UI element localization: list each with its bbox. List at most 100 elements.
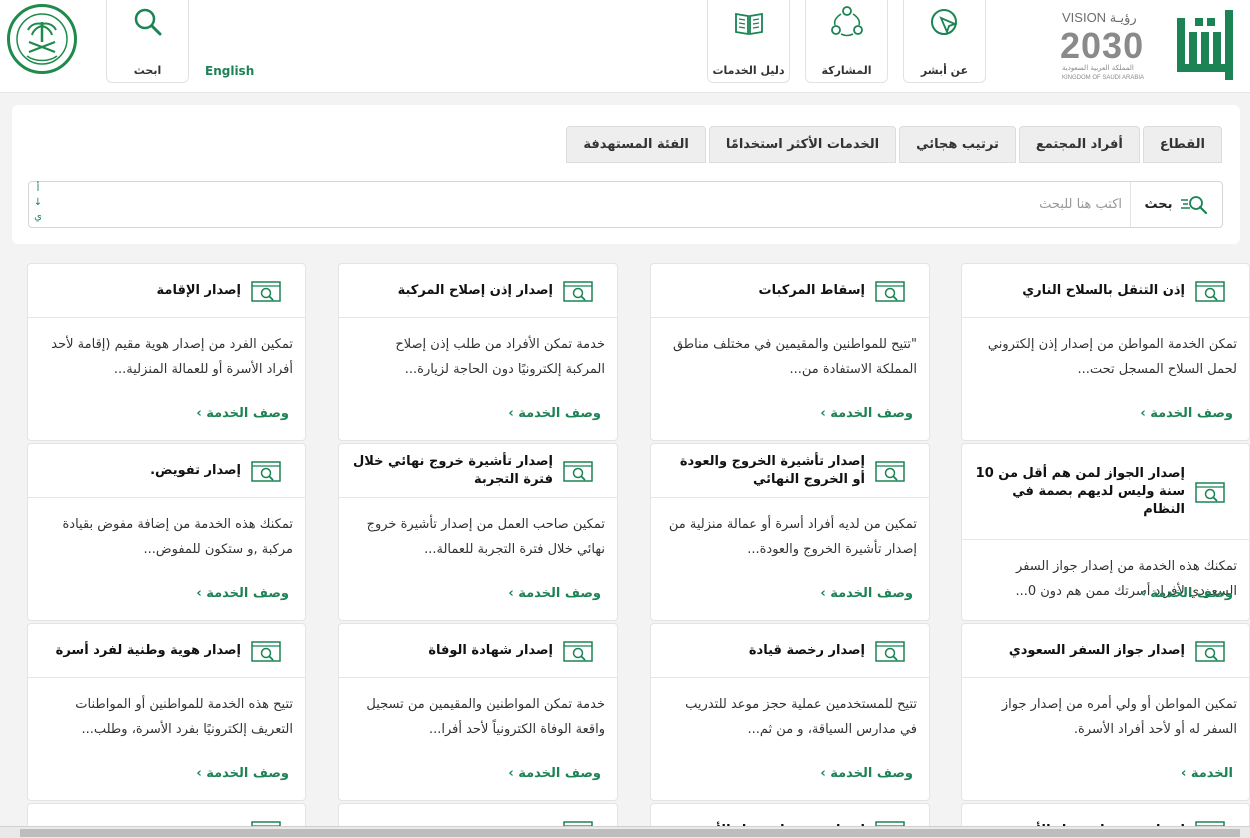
service-search-icon bbox=[1195, 480, 1225, 504]
language-toggle-english[interactable]: English bbox=[205, 64, 254, 78]
service-search-icon bbox=[251, 279, 281, 303]
service-card-title[interactable]: إصدار تفويض. bbox=[40, 462, 241, 480]
filter-tabs: القطاع أفراد المجتمع ترتيب هجائي الخدمات… bbox=[566, 126, 1222, 163]
service-description-link[interactable]: وصف الخدمة › bbox=[196, 766, 289, 781]
tab-most-used[interactable]: الخدمات الأكثر استخدامًا bbox=[708, 126, 897, 163]
service-card-description: تمكن الخدمة المواطن من إصدار إذن إلكترون… bbox=[987, 337, 1237, 377]
service-card-header: إصدار إذن إصلاح المركبة bbox=[339, 264, 617, 318]
header-search-button[interactable]: ابحث bbox=[106, 0, 189, 83]
service-card-title[interactable]: إصدار هوية وطنية لفرد أسرة bbox=[40, 642, 241, 660]
service-description-link[interactable]: وصف الخدمة › bbox=[820, 406, 913, 421]
service-card[interactable]: إصدار تأشيرة خروج نهائي خلال فترة التجرب… bbox=[338, 443, 618, 621]
service-search-icon bbox=[1195, 639, 1225, 663]
service-card-title[interactable]: إصدار إذن إصلاح المركبة bbox=[351, 282, 553, 300]
alpha-bottom: ي bbox=[34, 211, 42, 222]
services-guide-button[interactable]: دليل الخدمات bbox=[707, 0, 790, 83]
service-card-description: تمكين صاحب العمل من إصدار تأشيرة خروج نه… bbox=[366, 517, 605, 557]
filter-panel: القطاع أفراد المجتمع ترتيب هجائي الخدمات… bbox=[12, 105, 1240, 244]
participation-button[interactable]: المشاركة bbox=[805, 0, 888, 83]
service-card[interactable]: إصدار إذن إصلاح المركبة خدمة تمكن الأفراد… bbox=[338, 263, 618, 441]
service-card-header: إصدار تفويض. bbox=[28, 444, 305, 498]
service-card[interactable]: إصدار الإقامة تمكين الفرد من إصدار هوية م… bbox=[27, 263, 306, 441]
service-card[interactable]: إصدار هوية وطنية لفرد أسرة تتيح هذه الخدم… bbox=[27, 623, 306, 801]
service-description-link[interactable]: وصف الخدمة › bbox=[196, 406, 289, 421]
service-card[interactable]: إصدار الجواز لمن هم أقل من 10 سنة وليس ل… bbox=[961, 443, 1250, 621]
service-card-title[interactable]: إسقاط المركبات bbox=[663, 282, 865, 300]
service-card-header: إصدار رخصة قيادة bbox=[651, 624, 929, 678]
service-description-link[interactable]: وصف الخدمة › bbox=[820, 586, 913, 601]
search-icon bbox=[107, 4, 188, 40]
vision-ar: المملكة العربية السعودية bbox=[1062, 64, 1134, 72]
service-card-description: تمكين الفرد من إصدار هوية مقيم (إقامة لأ… bbox=[51, 337, 293, 377]
search-input[interactable] bbox=[422, 191, 1122, 218]
service-card-header: إصدار شهادة الوفاة bbox=[339, 624, 617, 678]
service-card[interactable]: إصدار شهادة الوفاة خدمة تمكن المواطنين وا… bbox=[338, 623, 618, 801]
search-magnifier-icon bbox=[1180, 195, 1207, 214]
service-card[interactable]: إصدار رخصة قيادة تتيح للمستخدمين عملية حج… bbox=[650, 623, 930, 801]
service-card-header: إذن التنقل بالسلاح الناري bbox=[962, 264, 1249, 318]
service-card[interactable]: إسقاط المركبات "تتيح للمواطنين والمقيمين … bbox=[650, 263, 930, 441]
service-search-icon bbox=[875, 639, 905, 663]
service-description-link[interactable]: الخدمة › bbox=[1181, 766, 1233, 781]
book-icon bbox=[708, 4, 789, 40]
service-description-link[interactable]: وصف الخدمة › bbox=[508, 586, 601, 601]
service-card[interactable]: إذن التنقل بالسلاح الناري تمكن الخدمة الم… bbox=[961, 263, 1250, 441]
service-card-description: تمكنك هذه الخدمة من إضافة مفوض بقيادة مر… bbox=[62, 517, 293, 557]
service-search-icon bbox=[563, 459, 593, 483]
service-card-title[interactable]: إصدار رخصة قيادة bbox=[663, 642, 865, 660]
service-card-header: إسقاط المركبات bbox=[651, 264, 929, 318]
service-search-icon bbox=[875, 279, 905, 303]
services-guide-label: دليل الخدمات bbox=[712, 64, 785, 77]
palm-swords-icon bbox=[16, 13, 68, 65]
tab-alphabetical[interactable]: ترتيب هجائي bbox=[899, 126, 1016, 163]
participation-label: المشاركة bbox=[821, 64, 872, 77]
top-header: ابحث English دليل الخدمات المشاركة عن أب… bbox=[0, 0, 1250, 93]
service-search-icon bbox=[251, 459, 281, 483]
horizontal-scrollbar[interactable] bbox=[0, 826, 1250, 838]
service-description-link[interactable]: وصف الخدمة › bbox=[508, 406, 601, 421]
service-search-box: أ ↓ ي بحث bbox=[28, 181, 1223, 228]
search-button-label: بحث bbox=[1144, 197, 1173, 212]
service-card[interactable]: إصدار تأشيرة الخروج والعودة أو الخروج ال… bbox=[650, 443, 930, 621]
service-card-description: خدمة تمكن المواطنين والمقيمين من تسجيل و… bbox=[366, 697, 605, 737]
service-description-link[interactable]: وصف الخدمة › bbox=[508, 766, 601, 781]
tab-target-group[interactable]: الفئة المستهدفة bbox=[566, 126, 706, 163]
service-card-title[interactable]: إصدار الإقامة bbox=[40, 282, 241, 300]
vision-line2: 2030 bbox=[1060, 25, 1144, 66]
service-card-title[interactable]: إصدار تأشيرة خروج نهائي خلال فترة التجرب… bbox=[351, 453, 553, 489]
service-search-icon bbox=[875, 459, 905, 483]
scrollbar-thumb[interactable] bbox=[20, 829, 1240, 837]
service-card-description: تتيح للمستخدمين عملية حجز موعد للتدريب ف… bbox=[685, 697, 917, 737]
service-card-title[interactable]: إصدار جواز السفر السعودي bbox=[974, 642, 1185, 660]
service-card-header: إصدار جواز السفر السعودي bbox=[962, 624, 1249, 678]
service-card-header: إصدار الجواز لمن هم أقل من 10 سنة وليس ل… bbox=[962, 444, 1249, 540]
absher-logo[interactable] bbox=[1175, 4, 1237, 82]
service-card[interactable]: إصدار تفويض. تمكنك هذه الخدمة من إضافة مف… bbox=[27, 443, 306, 621]
tab-sector[interactable]: القطاع bbox=[1142, 126, 1222, 163]
alphabet-sort-toggle[interactable]: أ ↓ ي bbox=[33, 182, 43, 227]
search-button[interactable]: بحث bbox=[1130, 182, 1222, 227]
ministry-emblem-logo[interactable] bbox=[7, 4, 77, 74]
service-description-link[interactable]: وصف الخدمة › bbox=[196, 586, 289, 601]
service-description-link[interactable]: وصف الخدمة › bbox=[820, 766, 913, 781]
service-card[interactable]: إصدار جواز السفر السعودي تمكين المواطن أو… bbox=[961, 623, 1250, 801]
service-description-link[interactable]: وصف الخدمة › bbox=[1140, 586, 1233, 601]
service-description-link[interactable]: وصف الخدمة › bbox=[1140, 406, 1233, 421]
service-card-title[interactable]: إصدار الجواز لمن هم أقل من 10 سنة وليس ل… bbox=[974, 465, 1185, 519]
about-absher-button[interactable]: عن أبشر bbox=[903, 0, 986, 83]
vision-en: KINGDOM OF SAUDI ARABIA bbox=[1062, 75, 1144, 81]
service-card-title[interactable]: إذن التنقل بالسلاح الناري bbox=[974, 282, 1185, 300]
service-card-title[interactable]: إصدار تأشيرة الخروج والعودة أو الخروج ال… bbox=[663, 453, 865, 489]
service-search-icon bbox=[563, 279, 593, 303]
vision-2030-logo: VISION رؤيـة 2030 المملكة العربية السعود… bbox=[1060, 10, 1144, 81]
service-search-icon bbox=[251, 639, 281, 663]
service-card-description: تتيح هذه الخدمة للمواطنين أو المواطنات ا… bbox=[75, 697, 293, 737]
service-card-title[interactable]: إصدار شهادة الوفاة bbox=[351, 642, 553, 660]
tab-community-members[interactable]: أفراد المجتمع bbox=[1018, 126, 1140, 163]
service-search-icon bbox=[563, 639, 593, 663]
pointer-circle-icon bbox=[904, 4, 985, 40]
service-card-header: إصدار هوية وطنية لفرد أسرة bbox=[28, 624, 305, 678]
vision-line1: VISION رؤيـة bbox=[1062, 10, 1137, 26]
service-card-description: تمكين من لديه أفراد أسرة أو عمالة منزلية… bbox=[668, 517, 917, 557]
service-card-header: إصدار تأشيرة خروج نهائي خلال فترة التجرب… bbox=[339, 444, 617, 498]
